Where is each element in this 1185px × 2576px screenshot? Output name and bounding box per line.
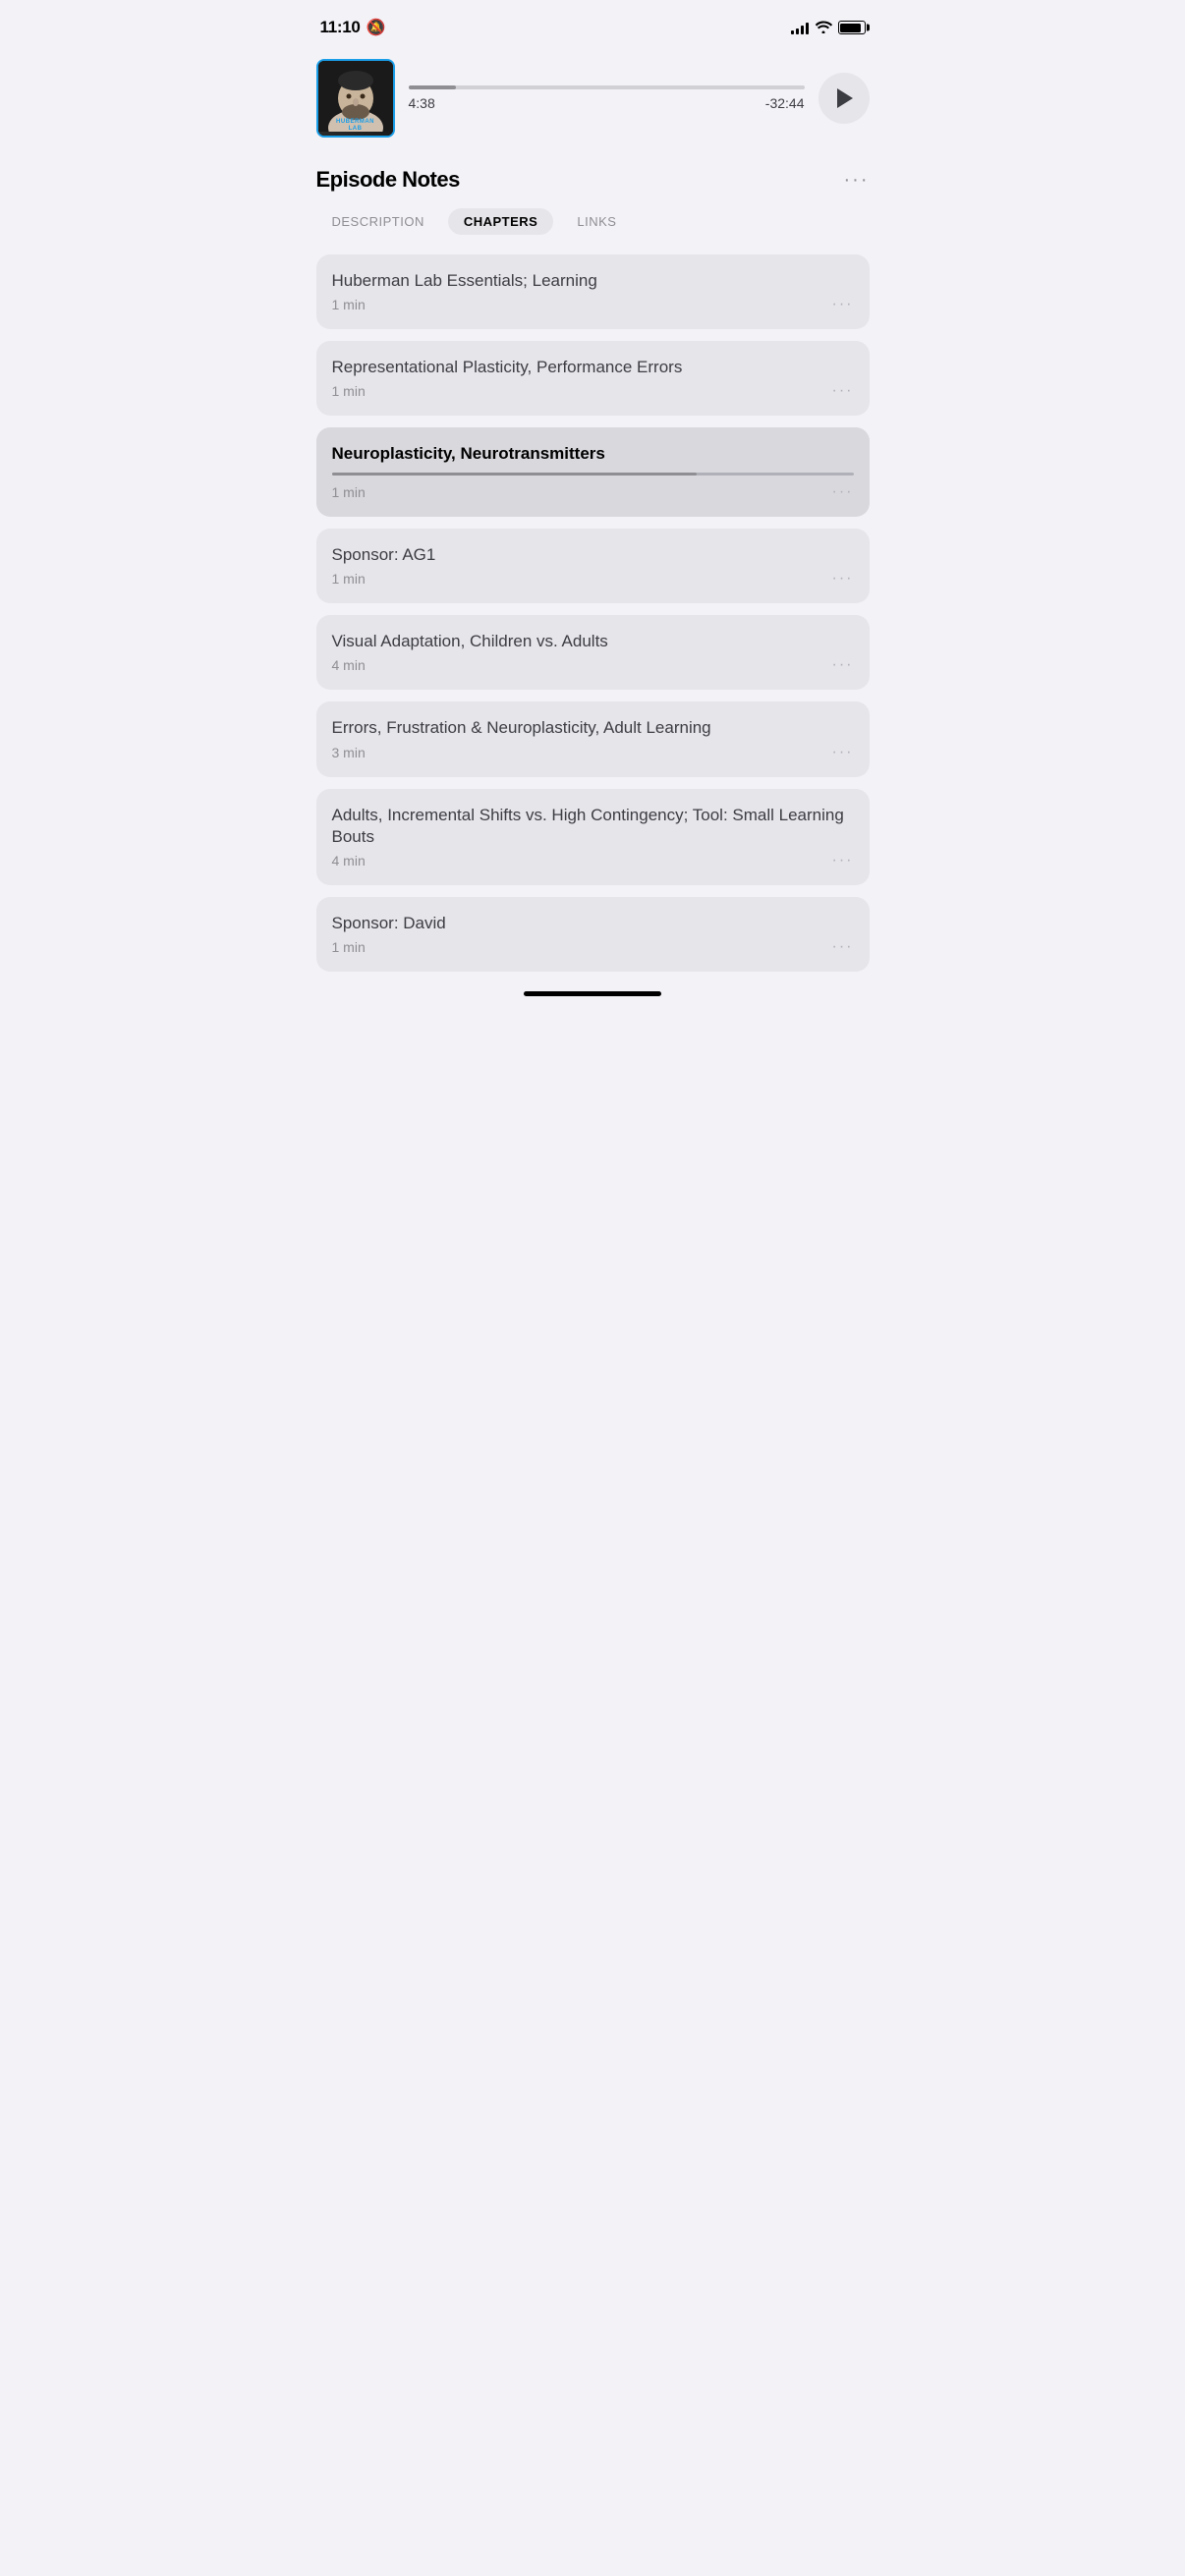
episode-notes-header: Episode Notes ··· xyxy=(316,167,870,193)
status-icons xyxy=(791,20,866,36)
chapter-footer-1: 1 min ··· xyxy=(332,296,854,313)
chapter-duration-5: 4 min xyxy=(332,657,366,673)
play-button[interactable] xyxy=(818,73,870,124)
chapter-duration-4: 1 min xyxy=(332,571,366,587)
tab-chapters[interactable]: CHAPTERS xyxy=(448,208,554,235)
time-row: 4:38 -32:44 xyxy=(409,95,805,111)
chapter-footer-2: 1 min ··· xyxy=(332,382,854,400)
play-icon xyxy=(837,88,853,108)
tabs-row: DESCRIPTION CHAPTERS LINKS xyxy=(316,208,870,235)
chapter-title-8: Sponsor: David xyxy=(332,913,854,934)
chapter-footer-8: 1 min ··· xyxy=(332,938,854,956)
home-indicator xyxy=(524,991,661,996)
chapter-title-1: Huberman Lab Essentials; Learning xyxy=(332,270,854,292)
album-label-lab: LAB xyxy=(318,126,393,132)
chapter-footer-5: 4 min ··· xyxy=(332,656,854,674)
chapter-duration-1: 1 min xyxy=(332,297,366,312)
episode-notes-title: Episode Notes xyxy=(316,167,460,193)
episode-notes-section: Episode Notes ··· DESCRIPTION CHAPTERS L… xyxy=(297,167,889,972)
more-options-button[interactable]: ··· xyxy=(844,169,870,192)
progress-fill xyxy=(409,85,456,89)
chapter-more-button-2[interactable]: ··· xyxy=(832,382,854,400)
wifi-icon xyxy=(815,20,832,36)
chapter-progress-fill-3 xyxy=(332,473,698,476)
chapter-more-button-3[interactable]: ··· xyxy=(832,483,854,501)
player-controls: 4:38 -32:44 xyxy=(409,85,805,111)
chapter-more-button-8[interactable]: ··· xyxy=(832,938,854,956)
chapter-footer-7: 4 min ··· xyxy=(332,852,854,869)
chapter-duration-8: 1 min xyxy=(332,939,366,955)
chapter-title-4: Sponsor: AG1 xyxy=(332,544,854,566)
chapter-title-5: Visual Adaptation, Children vs. Adults xyxy=(332,631,854,652)
chapters-list: Huberman Lab Essentials; Learning 1 min ··… xyxy=(316,254,870,972)
status-time: 11:10 xyxy=(320,18,361,37)
chapter-card-7[interactable]: Adults, Incremental Shifts vs. High Cont… xyxy=(316,789,870,885)
chapter-footer-3: 1 min ··· xyxy=(332,483,854,501)
chapter-card-5[interactable]: Visual Adaptation, Children vs. Adults 4 … xyxy=(316,615,870,690)
chapter-duration-7: 4 min xyxy=(332,853,366,868)
chapter-title-6: Errors, Frustration & Neuroplasticity, A… xyxy=(332,717,854,739)
chapter-more-button-7[interactable]: ··· xyxy=(832,852,854,869)
album-art: HUBERMAN LAB xyxy=(316,59,395,138)
progress-bar[interactable] xyxy=(409,85,805,89)
time-current: 4:38 xyxy=(409,95,435,111)
chapter-card-4[interactable]: Sponsor: AG1 1 min ··· xyxy=(316,529,870,603)
chapter-title-3: Neuroplasticity, Neurotransmitters xyxy=(332,443,854,465)
chapter-more-button-1[interactable]: ··· xyxy=(832,296,854,313)
album-label-huberman: HUBERMAN xyxy=(318,119,393,126)
chapter-card-3[interactable]: Neuroplasticity, Neurotransmitters 1 min ·… xyxy=(316,427,870,517)
chapter-title-2: Representational Plasticity, Performance… xyxy=(332,357,854,378)
tab-links[interactable]: LINKS xyxy=(561,208,632,235)
battery-icon xyxy=(838,21,866,34)
bell-muted-icon: 🔕 xyxy=(367,18,386,37)
chapter-more-button-5[interactable]: ··· xyxy=(832,656,854,674)
chapter-more-button-6[interactable]: ··· xyxy=(832,744,854,761)
chapter-footer-6: 3 min ··· xyxy=(332,744,854,761)
chapter-duration-2: 1 min xyxy=(332,383,366,399)
chapter-duration-3: 1 min xyxy=(332,484,366,500)
status-bar: 11:10 🔕 xyxy=(297,0,889,49)
chapter-title-7: Adults, Incremental Shifts vs. High Cont… xyxy=(332,805,854,848)
time-remaining: -32:44 xyxy=(765,95,805,111)
chapter-progress-bar-3 xyxy=(332,473,854,476)
chapter-more-button-4[interactable]: ··· xyxy=(832,570,854,588)
chapter-footer-4: 1 min ··· xyxy=(332,570,854,588)
chapter-card-1[interactable]: Huberman Lab Essentials; Learning 1 min ··… xyxy=(316,254,870,329)
chapter-card-8[interactable]: Sponsor: David 1 min ··· xyxy=(316,897,870,972)
chapter-card-6[interactable]: Errors, Frustration & Neuroplasticity, A… xyxy=(316,701,870,776)
chapter-card-2[interactable]: Representational Plasticity, Performance… xyxy=(316,341,870,416)
tab-description[interactable]: DESCRIPTION xyxy=(316,208,440,235)
chapter-duration-6: 3 min xyxy=(332,745,366,760)
signal-icon xyxy=(791,21,809,34)
player-section: HUBERMAN LAB 4:38 -32:44 xyxy=(297,49,889,157)
